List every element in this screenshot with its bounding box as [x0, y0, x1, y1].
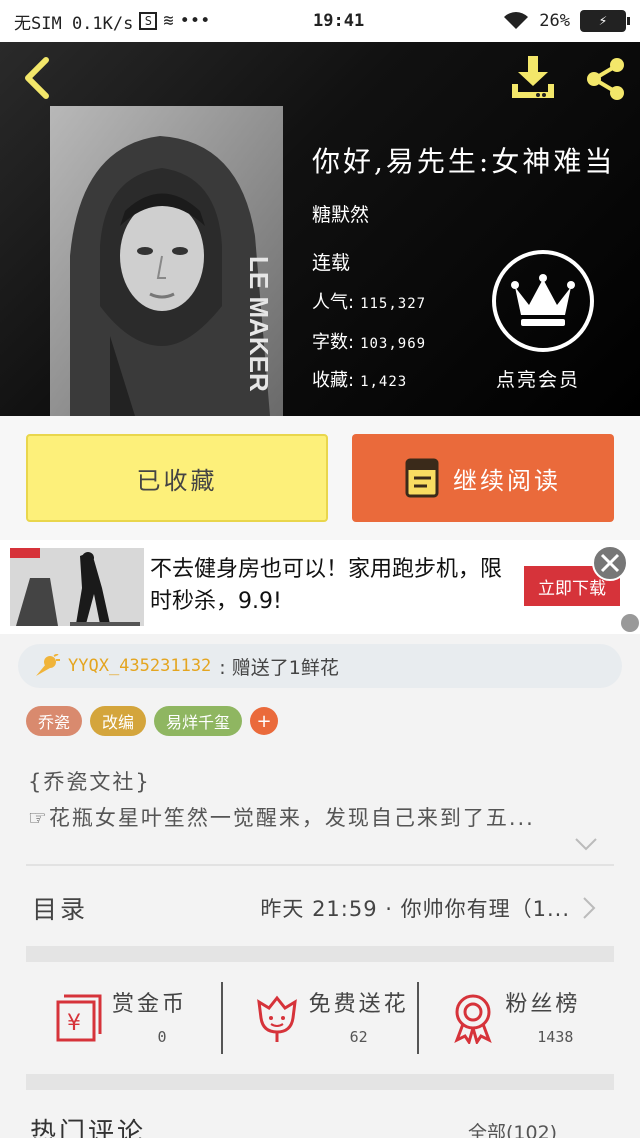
reward-gold-count: 0: [157, 1028, 167, 1046]
gift-message: : 赠送了1鲜花: [219, 656, 339, 679]
s-app-icon: S: [139, 12, 158, 30]
book-cover[interactable]: LE MAKER: [50, 106, 283, 416]
stat-favorites: 收藏: 1,423: [312, 366, 407, 392]
continue-reading-button[interactable]: 继续阅读: [352, 434, 614, 522]
chevron-right-icon: [583, 897, 596, 919]
free-flower-count: 62: [349, 1028, 368, 1046]
book-icon: [405, 458, 439, 498]
popularity-label: 人气:: [312, 292, 355, 313]
continue-reading-label: 继续阅读: [453, 466, 561, 495]
ad-info-icon[interactable]: [621, 614, 639, 632]
svg-text:LE MAKER: LE MAKER: [244, 256, 274, 392]
favorited-button[interactable]: 已收藏: [26, 434, 328, 522]
ad-image: [10, 548, 144, 626]
wifi-icon: [504, 12, 529, 29]
tag-yiyangqianxi[interactable]: 易烊千玺: [154, 706, 243, 736]
table-of-contents-row[interactable]: 目录 昨天 21:59 · 你帅你有理（1...: [26, 876, 614, 940]
close-icon: [600, 553, 620, 573]
rewards-row: ¥ 赏金币 0 免费送花 62 粉丝榜 1438: [26, 964, 614, 1072]
section-separator: [26, 1074, 614, 1090]
clock: 19:41: [313, 11, 365, 31]
book-author[interactable]: 糖默然: [312, 200, 369, 227]
ad-banner[interactable]: 不去健身房也可以！家用跑步机，限时秒杀，9.9! 立即下载: [0, 540, 640, 634]
ad-close-button[interactable]: [592, 545, 628, 581]
gold-coin-icon: ¥: [56, 994, 102, 1042]
popularity-value: 115,327: [360, 296, 427, 312]
intro-line-1: {乔瓷文社}: [28, 770, 151, 794]
gift-username: YYQX_435231132: [68, 656, 212, 676]
vip-button[interactable]: [492, 250, 594, 352]
tag-list: 乔瓷 改编 易烊千玺 +: [26, 706, 279, 736]
words-value: 103,969: [360, 336, 427, 352]
reward-gold-label: 赏金币: [112, 992, 188, 1017]
tag-adaptation[interactable]: 改编: [90, 706, 147, 736]
free-flower-button[interactable]: 免费送花 62: [223, 964, 418, 1072]
fan-ranking-button[interactable]: 粉丝榜 1438: [419, 964, 614, 1072]
fan-ranking-count: 1438: [537, 1028, 574, 1046]
ad-text: 不去健身房也可以！家用跑步机，限时秒杀，9.9!: [150, 557, 503, 614]
reward-gold-button[interactable]: ¥ 赏金币 0: [26, 964, 221, 1072]
toc-label: 目录: [32, 895, 89, 924]
award-icon: [454, 994, 493, 1044]
divider: [26, 864, 614, 866]
status-bar: 无SIM 0.1K/s S ≋ ••• 19:41 26% ⚡: [0, 0, 640, 42]
section-separator: [26, 946, 614, 962]
action-bar: 已收藏 继续阅读: [0, 416, 640, 540]
add-tag-button[interactable]: +: [250, 707, 279, 735]
carrier-text: 无SIM 0.1K/s: [14, 13, 134, 34]
stat-words: 字数: 103,969: [312, 328, 426, 354]
flower-gift-icon: [36, 654, 60, 676]
book-header: LE MAKER 你好,易先生:女神难当 糖默然 连载 人气: 115,327 字…: [0, 42, 640, 416]
hot-comments-title: 热门评论: [30, 1118, 147, 1138]
gift-ticker[interactable]: YYQX_435231132 : 赠送了1鲜花: [18, 644, 622, 688]
vip-label[interactable]: 点亮会员: [496, 365, 580, 392]
book-title: 你好,易先生:女神难当: [312, 145, 616, 178]
fan-ranking-label: 粉丝榜: [505, 992, 581, 1017]
download-icon[interactable]: [508, 54, 558, 104]
intro-line-2[interactable]: ☞花瓶女星叶笙然一觉醒来，发现自己来到了五...: [28, 802, 535, 832]
share-icon[interactable]: [580, 54, 630, 104]
favorites-label: 收藏:: [312, 370, 355, 391]
all-comments-link[interactable]: 全部(102): [468, 1118, 557, 1138]
chevron-down-icon[interactable]: [574, 836, 598, 852]
sync-icon: ≋: [163, 11, 174, 31]
svg-text:¥: ¥: [67, 1011, 81, 1036]
free-flower-label: 免费送花: [308, 992, 409, 1017]
battery-percent: 26%: [539, 11, 570, 31]
stat-popularity: 人气: 115,327: [312, 288, 426, 314]
flower-icon: [256, 995, 297, 1042]
tag-qiaoci[interactable]: 乔瓷: [26, 706, 83, 736]
crown-icon: [511, 274, 575, 326]
back-icon[interactable]: [18, 56, 58, 100]
words-label: 字数:: [312, 332, 355, 353]
serial-status: 连载: [312, 252, 351, 274]
favorites-value: 1,423: [360, 374, 408, 390]
battery-icon: ⚡: [580, 10, 630, 32]
latest-chapter: 昨天 21:59 · 你帅你有理（1...: [260, 897, 570, 921]
